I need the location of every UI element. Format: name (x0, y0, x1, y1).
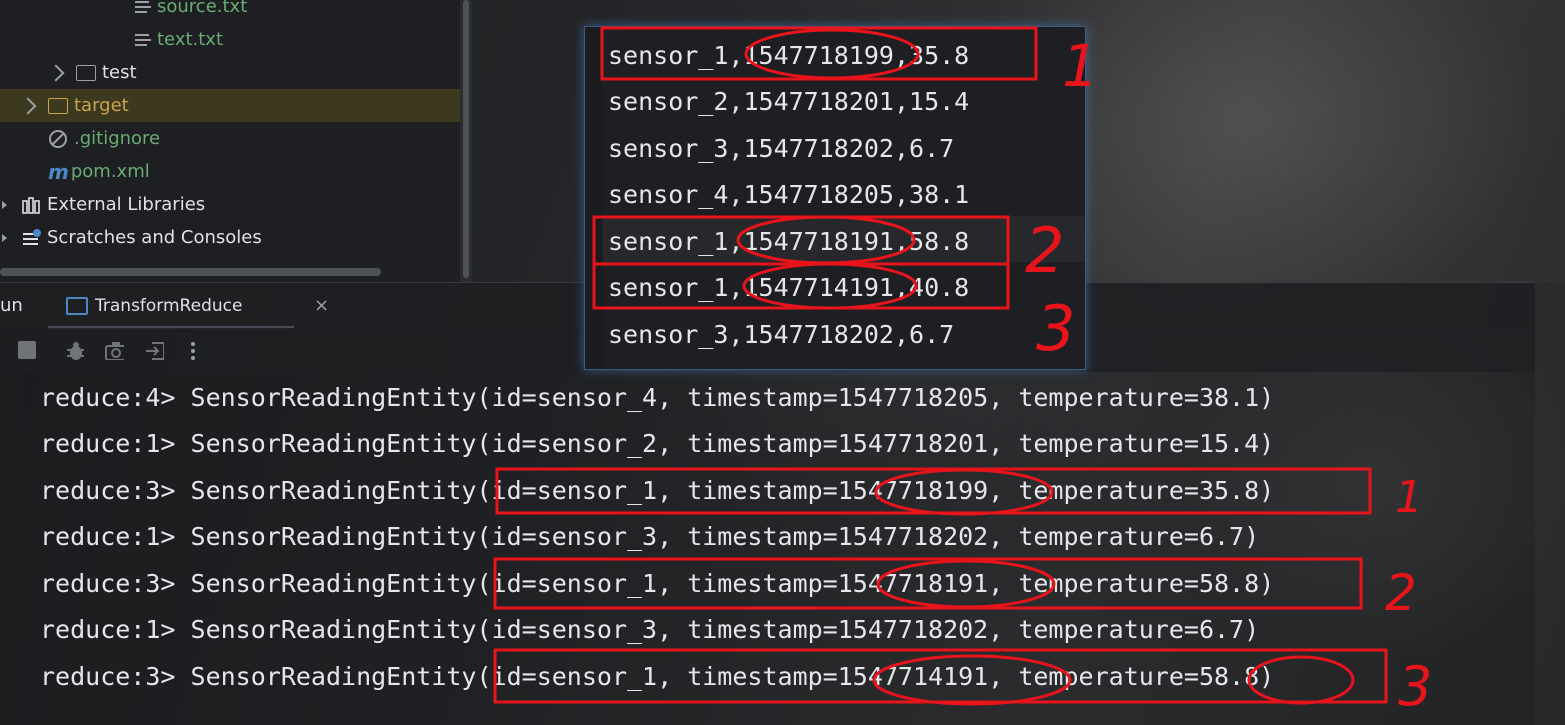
console-line: reduce:1> SensorReadingEntity(id=sensor_… (40, 615, 1260, 644)
camera-icon[interactable] (104, 340, 124, 360)
data-file-popup: sensor_1,1547718199,35.8 sensor_2,154771… (584, 26, 1086, 370)
console-line: reduce:3> SensorReadingEntity(id=sensor_… (40, 569, 1275, 598)
horizontal-scrollbar[interactable] (0, 268, 381, 276)
data-line: sensor_1,1547714191,40.8 (608, 273, 970, 302)
tree-item-external-libraries[interactable]: External Libraries (0, 188, 205, 221)
tree-item-source-txt[interactable]: source.txt (135, 0, 247, 23)
run-tool-label[interactable]: un (0, 283, 23, 329)
data-line: sensor_1,1547718191,58.8 (608, 227, 970, 256)
stop-icon[interactable] (18, 341, 36, 359)
run-config-icon (66, 297, 88, 315)
debug-bug-icon[interactable] (64, 340, 84, 360)
folder-icon (48, 98, 68, 114)
folder-icon (76, 65, 96, 81)
console-line: reduce:3> SensorReadingEntity(id=sensor_… (40, 662, 1275, 691)
right-tool-strip (1535, 282, 1565, 725)
project-tree: source.txt text.txt test target .gitigno… (0, 0, 472, 282)
console-line: reduce:1> SensorReadingEntity(id=sensor_… (40, 522, 1260, 551)
more-options-icon[interactable] (186, 340, 206, 360)
data-line: sensor_3,1547718202,6.7 (608, 134, 955, 163)
console-line: reduce:3> SensorReadingEntity(id=sensor_… (40, 476, 1275, 505)
expand-icon[interactable] (2, 201, 7, 209)
popup-gutter (585, 27, 603, 369)
ignore-file-icon (49, 130, 67, 148)
vertical-scrollbar[interactable] (460, 0, 472, 282)
expand-icon[interactable] (2, 234, 7, 242)
tab-transform-reduce[interactable]: TransformReduce × (48, 283, 329, 329)
data-line: sensor_1,1547718199,35.8 (608, 41, 970, 70)
text-file-icon (135, 0, 151, 15)
console-line: reduce:4> SensorReadingEntity(id=sensor_… (40, 383, 1275, 412)
chevron-right-icon[interactable] (19, 97, 37, 115)
data-line: sensor_3,1547718202,6.7 (608, 320, 955, 349)
tree-item-text-txt[interactable]: text.txt (135, 23, 223, 56)
console-line: reduce:1> SensorReadingEntity(id=sensor_… (40, 429, 1275, 458)
maven-icon: m (48, 159, 69, 184)
data-line: sensor_4,1547718205,38.1 (608, 180, 970, 209)
tree-item-test[interactable]: test (47, 56, 137, 89)
tree-item-target[interactable]: target (0, 89, 472, 122)
chevron-right-icon[interactable] (47, 64, 65, 82)
scrollbar-thumb[interactable] (463, 0, 469, 278)
library-icon (22, 197, 40, 214)
exit-icon[interactable] (144, 340, 164, 360)
close-icon[interactable]: × (314, 283, 329, 329)
console-gutter (0, 372, 18, 725)
text-file-icon (135, 32, 151, 48)
tree-item-pom-xml[interactable]: m pom.xml (48, 155, 150, 188)
scratches-icon (23, 229, 41, 245)
data-line: sensor_2,1547718201,15.4 (608, 87, 970, 116)
tree-item-gitignore[interactable]: .gitignore (48, 122, 160, 155)
tree-item-scratches[interactable]: Scratches and Consoles (0, 221, 262, 254)
tab-label: TransformReduce (95, 296, 243, 316)
